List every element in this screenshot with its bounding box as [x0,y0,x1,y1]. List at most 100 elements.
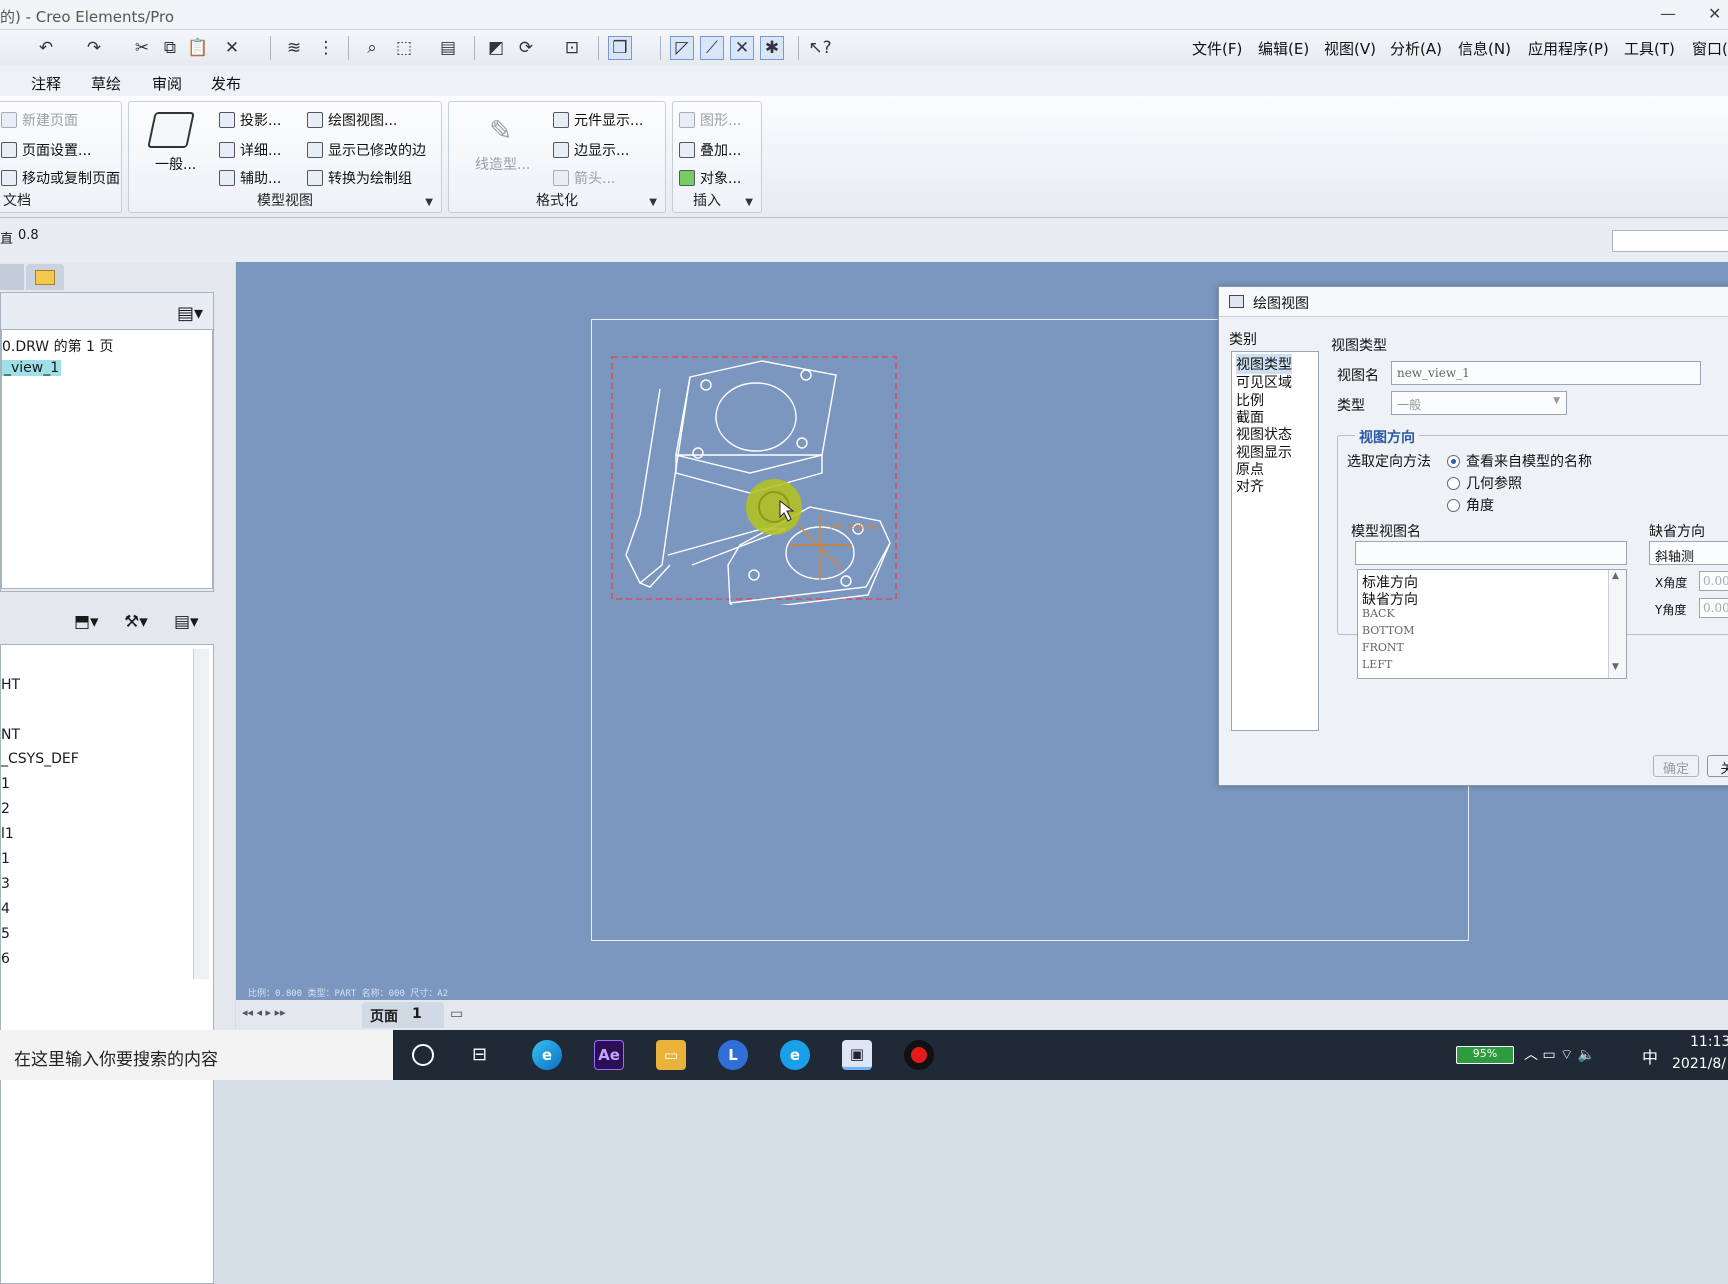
menu-info[interactable]: 信息(N) [1458,38,1511,59]
copy-icon[interactable]: ⧉ [158,36,182,60]
tab-annotate[interactable]: 注释 [31,73,61,94]
new-page-tab-icon[interactable]: ▭ [450,1006,463,1022]
creo-taskbar-icon[interactable]: ▣ [842,1040,872,1070]
menu-view[interactable]: 视图(V) [1324,38,1376,59]
chevron-down-icon[interactable]: ▼ [425,197,433,208]
browser-icon[interactable]: e [780,1040,810,1070]
delete-icon[interactable]: ✕ [220,36,244,60]
model-tree-settings-icon[interactable]: ▤▾ [174,612,199,632]
tree-icon[interactable]: ⋮ [314,36,338,60]
category-item-view-type[interactable]: 视图类型 [1236,354,1292,374]
close-button[interactable]: 关 [1707,755,1728,777]
auxiliary-button[interactable]: 辅助... [219,168,281,188]
menu-tools[interactable]: 工具(T) [1624,38,1675,59]
object-button[interactable]: 对象... [679,168,741,188]
new-page-button[interactable]: 新建页面 [1,110,78,130]
isometric-part-view[interactable]: PRT_CSYS_DEF [610,355,906,605]
model-view-item[interactable]: 缺省方向 [1362,589,1418,609]
undo-icon[interactable]: ↶ [34,36,58,60]
help-pointer-icon[interactable]: ↖? [808,36,832,60]
model-view-item[interactable]: LEFT [1362,658,1392,671]
overlay-button[interactable]: 叠加... [679,140,741,160]
category-item-alignment[interactable]: 对齐 [1236,476,1264,496]
default-direction-select[interactable]: 斜轴测 [1649,541,1728,565]
category-item-view-state[interactable]: 视图状态 [1236,424,1292,444]
model-tree-item[interactable]: NT [1,727,20,743]
page-nav-arrows[interactable]: ◂◂ ◂ ▸ ▸▸ [242,1006,286,1019]
find-icon[interactable]: ⌕ [360,36,384,60]
chevron-down-icon[interactable]: ▼ [649,197,657,208]
tab-review[interactable]: 审阅 [152,73,182,94]
tree-item-sheet[interactable]: 0.DRW 的第 1 页 [2,336,113,356]
datum-plane-icon[interactable]: ◸ [670,36,694,60]
line-style-button[interactable]: 线造型... [475,154,530,174]
general-view-icon[interactable] [147,112,195,148]
tab-publish[interactable]: 发布 [211,73,241,94]
menu-window[interactable]: 窗口( [1692,38,1728,59]
page-tab[interactable]: 页面 1 [362,1002,444,1028]
detail-button[interactable]: 详细... [219,140,281,160]
arrow-button[interactable]: 箭头... [553,168,615,188]
ime-indicator[interactable]: 中 [1642,1044,1658,1068]
move-copy-page-button[interactable]: 移动或复制页面 [1,168,120,188]
model-tree-item[interactable]: 2 [1,801,10,817]
zoom-icon[interactable]: ⊡ [560,36,584,60]
radio-geometry-ref[interactable]: 几何参照 [1447,473,1522,493]
model-tree-item[interactable]: l1 [1,826,14,842]
show-icon[interactable]: ⬒▾ [74,612,99,632]
tray-icons[interactable]: ︿ ▭ ⌔ 🔈 [1524,1044,1595,1064]
model-tree-scrollbar[interactable] [193,649,209,979]
file-explorer-icon[interactable]: ▭ [656,1040,686,1070]
model-tree-item[interactable]: 6 [1,951,10,967]
minimize-button[interactable]: — [1660,4,1676,23]
model-view-item[interactable]: FRONT [1362,641,1404,654]
scroll-down-icon[interactable]: ▼ [1612,662,1619,672]
model-tree-item[interactable]: 3 [1,876,10,892]
datum-axis-icon[interactable]: ⟋ [700,36,724,60]
refresh-icon[interactable]: ⟳ [514,36,538,60]
app-l-icon[interactable]: L [718,1040,748,1070]
menu-edit[interactable]: 编辑(E) [1258,38,1309,59]
cortana-icon[interactable] [412,1044,434,1066]
tab-sketch[interactable]: 草绘 [91,73,121,94]
favorites-tab[interactable] [26,264,64,290]
page-setup-button[interactable]: 页面设置... [1,140,91,160]
close-window-button[interactable]: ✕ [1708,4,1721,23]
select-box-icon[interactable]: ⬚ [392,36,416,60]
regenerate-icon[interactable]: ◩ [484,36,508,60]
model-tree-item[interactable]: _CSYS_DEF [1,751,79,767]
redo-icon[interactable]: ↷ [82,36,106,60]
task-view-icon[interactable]: ⊟ [472,1044,487,1065]
model-view-name-input[interactable] [1355,541,1627,565]
model-view-item[interactable]: BOTTOM [1362,624,1414,637]
ok-button[interactable]: 确定 [1653,755,1699,777]
after-effects-icon[interactable]: Ae [594,1040,624,1070]
radio-model-name[interactable]: 查看来自模型的名称 [1447,451,1592,471]
show-modified-edges-button[interactable]: 显示已修改的边 [307,140,426,160]
model-view-item[interactable]: BACK [1362,607,1395,620]
taskbar-search-box[interactable]: 在这里输入你要搜索的内容 [0,1030,393,1080]
model-tree-item[interactable]: HT [1,677,20,693]
paste-icon[interactable]: 📋 [186,36,210,60]
model-tree-item[interactable]: 1 [1,851,10,867]
menu-analysis[interactable]: 分析(A) [1390,38,1442,59]
display-style-icon[interactable]: ❒ [608,36,632,60]
record-icon[interactable] [904,1040,934,1070]
general-view-button[interactable]: 一般... [155,154,196,174]
menu-applications[interactable]: 应用程序(P) [1528,38,1609,59]
model-tree-item[interactable]: 5 [1,926,10,942]
properties-icon[interactable]: ▤ [436,36,460,60]
radio-angle[interactable]: 角度 [1447,495,1494,515]
component-display-button[interactable]: 元件显示... [553,110,643,130]
csys-icon[interactable]: ✱ [760,36,784,60]
edge-icon[interactable]: e [532,1040,562,1070]
view-name-field[interactable]: new_view_1 [1391,361,1701,385]
folder-tab[interactable] [0,264,24,290]
cut-icon[interactable]: ✂ [130,36,154,60]
x-angle-field[interactable]: 0.00 [1699,571,1728,591]
projection-button[interactable]: 投影... [219,110,281,130]
edge-display-button[interactable]: 边显示... [553,140,629,160]
category-item-visible-area[interactable]: 可见区域 [1236,372,1292,392]
datum-point-icon[interactable]: ✕ [730,36,754,60]
scroll-up-icon[interactable]: ▲ [1612,571,1619,581]
